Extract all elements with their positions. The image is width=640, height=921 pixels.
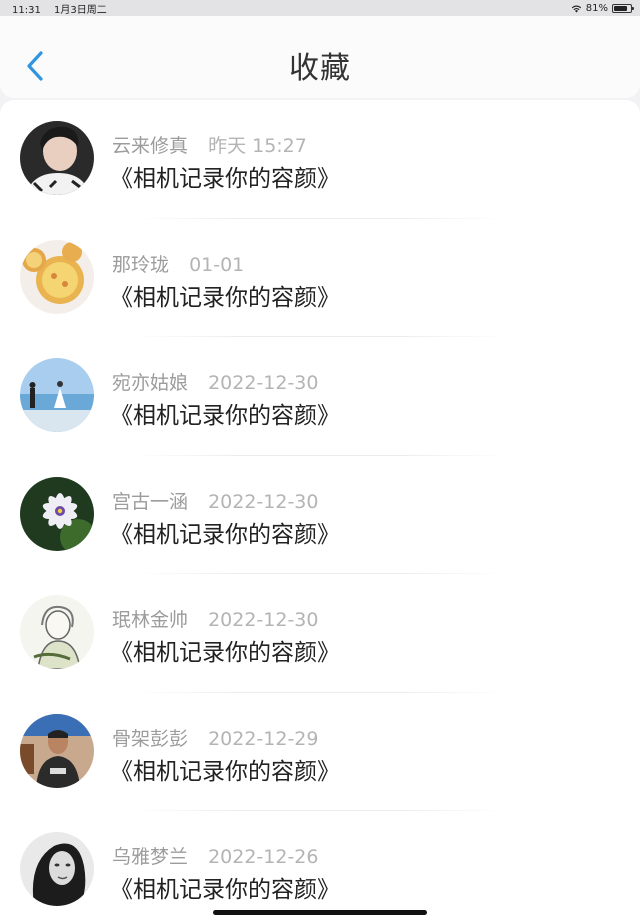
avatar: [20, 358, 94, 432]
avatar: [20, 239, 94, 314]
status-time: 11:31: [12, 4, 41, 16]
list-item[interactable]: 云来修真 昨天 15:27 《相机记录你的容颜》: [0, 100, 640, 219]
author-name: 乌雅梦兰: [112, 846, 189, 868]
timestamp: 2022-12-29: [208, 727, 319, 750]
avatar: [20, 832, 94, 906]
author-name: 宛亦姑娘: [112, 372, 189, 394]
post-title: 《相机记录你的容颜》: [110, 403, 340, 429]
author-name: 宫古一涵: [112, 490, 189, 513]
post-title: 《相机记录你的容颜》: [110, 521, 340, 548]
post-title: 《相机记录你的容颜》: [110, 284, 340, 311]
battery-icon: [612, 3, 634, 13]
timestamp: 2022-12-30: [208, 490, 319, 513]
avatar: [20, 121, 94, 195]
list-item[interactable]: 珉林金帅 2022-12-30 《相机记录你的容颜》: [0, 574, 640, 693]
status-bar: 11:31 1月3日周二 81%: [0, 0, 640, 16]
post-title: 《相机记录你的容颜》: [110, 877, 340, 903]
list-item[interactable]: 宛亦姑娘 2022-12-30 《相机记录你的容颜》: [0, 337, 640, 456]
author-name: 骨架彭彭: [112, 727, 189, 750]
list-item[interactable]: 乌雅梦兰 2022-12-26 《相机记录你的容颜》: [0, 811, 640, 921]
timestamp: 2022-12-30: [208, 372, 319, 394]
wifi-icon: [571, 5, 581, 13]
timestamp: 2022-12-30: [208, 609, 319, 631]
page-title: 收藏: [289, 51, 351, 86]
author-name: 那玲珑: [112, 253, 170, 276]
battery-percent: 81%: [585, 2, 608, 14]
list-item[interactable]: 那玲珑 01-01 《相机记录你的容颜》: [0, 219, 640, 337]
author-name: 云来修真: [112, 135, 189, 157]
post-title: 《相机记录你的容颜》: [110, 166, 340, 192]
timestamp: 2022-12-26: [208, 846, 319, 868]
favorites-list: 云来修真 昨天 15:27 《相机记录你的容颜》 那玲珑 01-01 《相机记录…: [0, 100, 640, 921]
post-title: 《相机记录你的容颜》: [110, 640, 340, 666]
status-date: 1月3日周二: [54, 4, 107, 16]
avatar: [20, 713, 94, 788]
list-item[interactable]: 骨架彭彭 2022-12-29 《相机记录你的容颜》: [0, 693, 640, 811]
list-item[interactable]: 宫古一涵 2022-12-30 《相机记录你的容颜》: [0, 456, 640, 574]
author-name: 珉林金帅: [112, 609, 189, 631]
home-indicator[interactable]: [213, 910, 427, 915]
battery-fill: [614, 5, 627, 11]
avatar: [20, 476, 94, 551]
timestamp: 昨天 15:27: [208, 135, 307, 157]
post-title: 《相机记录你的容颜》: [110, 758, 340, 785]
header: 收藏: [0, 16, 640, 98]
avatar: [20, 595, 94, 669]
timestamp: 01-01: [189, 253, 245, 276]
